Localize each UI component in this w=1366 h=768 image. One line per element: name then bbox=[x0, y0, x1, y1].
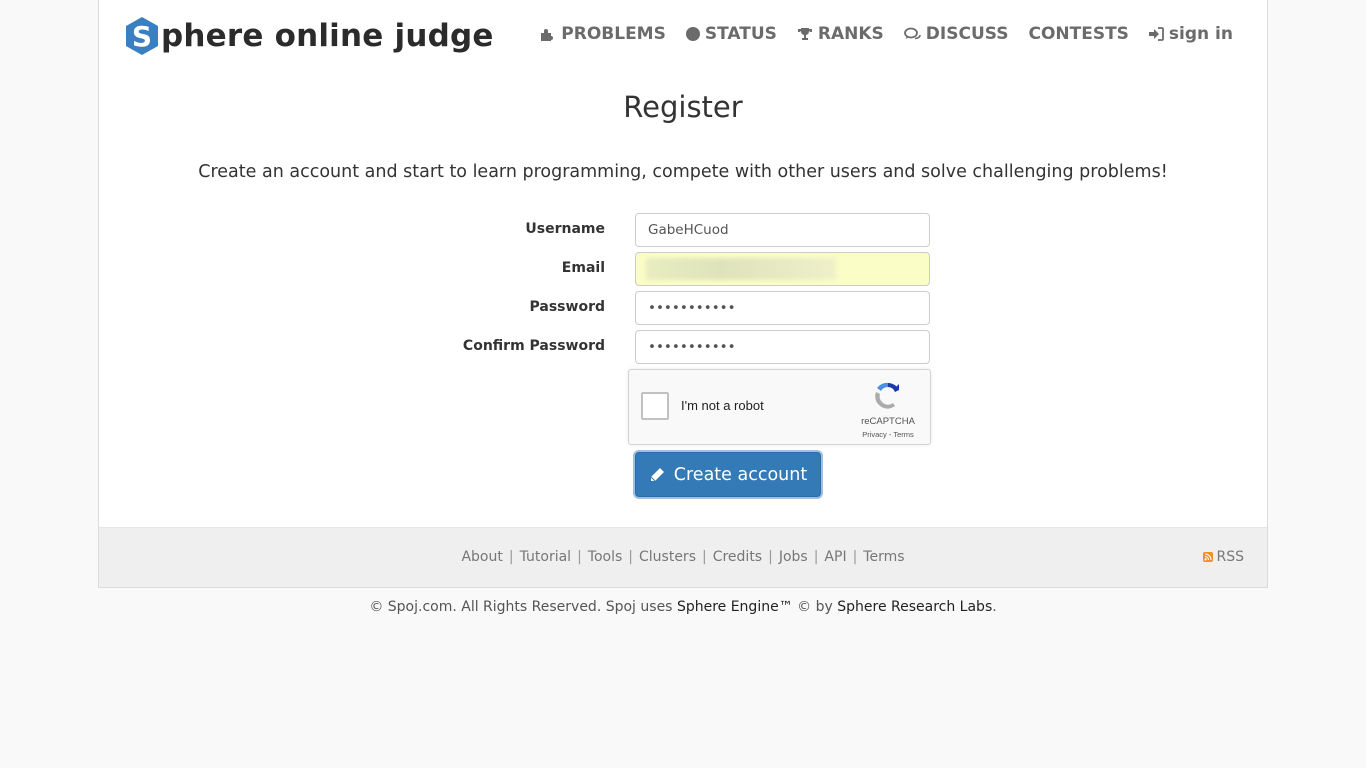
copyright-prefix: © Spoj.com. All Rights Reserved. Spoj us… bbox=[369, 599, 677, 615]
nav-discuss-label: DISCUSS bbox=[925, 24, 1009, 44]
recaptcha-privacy-terms[interactable]: Privacy - Terms bbox=[858, 430, 918, 439]
username-label: Username bbox=[525, 221, 605, 237]
confirm-password-label: Confirm Password bbox=[462, 338, 605, 354]
circle-icon bbox=[685, 27, 700, 41]
recaptcha-checkbox[interactable] bbox=[641, 392, 669, 420]
footer-link-tutorial[interactable]: Tutorial bbox=[520, 549, 571, 565]
nav-status[interactable]: STATUS bbox=[685, 24, 777, 44]
page-title: Register bbox=[623, 90, 743, 124]
nav-problems-label: PROBLEMS bbox=[561, 24, 666, 44]
footer-link-credits[interactable]: Credits bbox=[713, 549, 762, 565]
rss-label: RSS bbox=[1216, 549, 1244, 565]
logo-hexagon-icon: S bbox=[124, 16, 160, 56]
copyright: © Spoj.com. All Rights Reserved. Spoj us… bbox=[0, 599, 1366, 615]
confirm-password-row: Confirm Password bbox=[99, 330, 1267, 364]
email-label: Email bbox=[561, 260, 605, 276]
confirm-password-input[interactable] bbox=[635, 330, 930, 364]
page-lead: Create an account and start to learn pro… bbox=[198, 162, 1168, 182]
footer-link-tools[interactable]: Tools bbox=[588, 549, 623, 565]
pencil-icon bbox=[649, 467, 665, 483]
username-row: Username bbox=[99, 213, 1267, 247]
password-row: Password bbox=[99, 291, 1267, 325]
footer-links: About | Tutorial | Tools | Clusters | Credits | Jo… bbox=[461, 549, 905, 565]
password-input[interactable] bbox=[635, 291, 930, 325]
copyright-mid: © by bbox=[792, 599, 838, 615]
nav-sign-in[interactable]: sign in bbox=[1148, 24, 1233, 44]
recaptcha-brand: reCAPTCHA Privacy - Terms bbox=[858, 380, 918, 439]
footer-link-terms[interactable]: Terms bbox=[863, 549, 904, 565]
rss-link[interactable]: RSS bbox=[1203, 549, 1244, 565]
create-account-button[interactable]: Create account bbox=[635, 452, 821, 497]
main-nav: PROBLEMS STATUS RANKS DISCUSS CONTESTS s… bbox=[520, 24, 1233, 44]
password-label: Password bbox=[529, 299, 605, 315]
footer-link-api[interactable]: API bbox=[824, 549, 846, 565]
email-row: Email bbox=[99, 252, 1267, 286]
sphere-engine-link[interactable]: Sphere Engine™ bbox=[677, 599, 793, 615]
username-input[interactable] bbox=[635, 213, 930, 247]
sign-in-icon bbox=[1148, 27, 1164, 41]
puzzle-icon bbox=[540, 27, 556, 41]
recaptcha-label: I'm not a robot bbox=[681, 398, 764, 413]
rss-icon bbox=[1203, 552, 1214, 562]
trophy-icon bbox=[797, 27, 813, 42]
sphere-research-labs-link[interactable]: Sphere Research Labs bbox=[837, 599, 992, 615]
nav-problems[interactable]: PROBLEMS bbox=[540, 24, 666, 44]
nav-contests[interactable]: CONTESTS bbox=[1028, 24, 1128, 44]
nav-ranks-label: RANKS bbox=[817, 24, 884, 44]
comments-icon bbox=[903, 27, 921, 41]
recaptcha-logo-icon bbox=[872, 382, 904, 414]
nav-sign-in-label: sign in bbox=[1168, 24, 1233, 44]
site-logo[interactable]: S phere online judge bbox=[124, 16, 494, 56]
create-account-label: Create account bbox=[673, 464, 808, 485]
recaptcha-widget: I'm not a robot reCAPTCHA Privacy - Term… bbox=[628, 369, 931, 445]
nav-ranks[interactable]: RANKS bbox=[797, 24, 884, 44]
recaptcha-brand-name: reCAPTCHA bbox=[861, 416, 915, 427]
nav-status-label: STATUS bbox=[704, 24, 777, 44]
email-redacted-blur bbox=[646, 258, 836, 280]
copyright-suffix: . bbox=[992, 599, 997, 615]
footer: About | Tutorial | Tools | Clusters | Credits | Jo… bbox=[99, 527, 1267, 587]
svg-text:S: S bbox=[132, 20, 152, 53]
nav-contests-label: CONTESTS bbox=[1028, 24, 1129, 44]
footer-link-jobs[interactable]: Jobs bbox=[779, 549, 808, 565]
logo-text: phere online judge bbox=[161, 18, 494, 54]
page-container: S phere online judge PROBLEMS STATUS RAN… bbox=[98, 0, 1268, 588]
footer-link-clusters[interactable]: Clusters bbox=[639, 549, 696, 565]
nav-discuss[interactable]: DISCUSS bbox=[903, 24, 1009, 44]
footer-link-about[interactable]: About bbox=[461, 549, 502, 565]
